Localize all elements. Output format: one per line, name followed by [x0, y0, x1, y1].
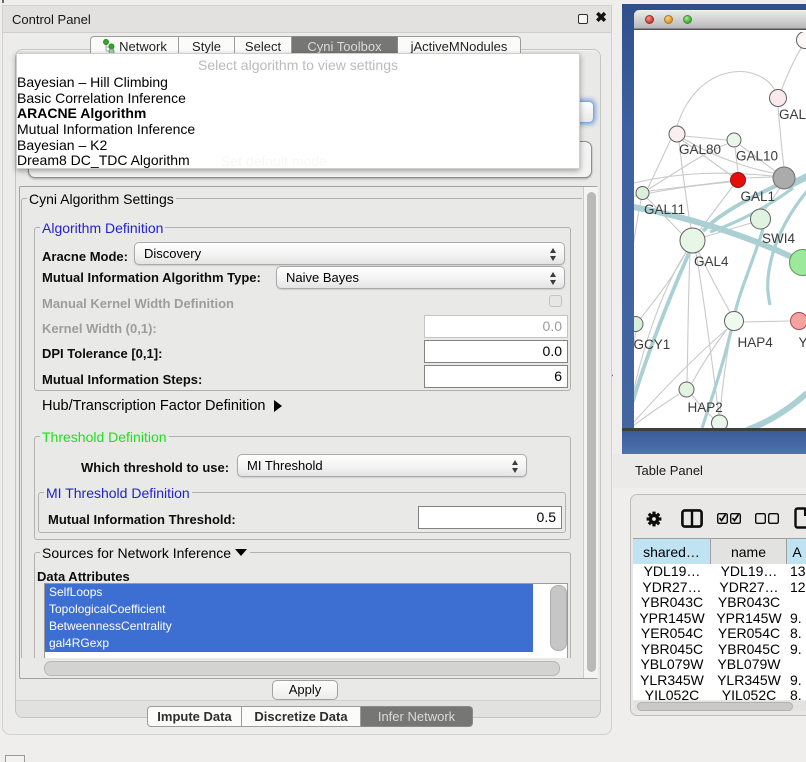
svg-text:GAL4: GAL4	[694, 254, 729, 269]
svg-text:GAL10: GAL10	[736, 149, 778, 164]
svg-text:GAL80: GAL80	[679, 142, 721, 157]
svg-text:GAL11: GAL11	[644, 202, 685, 217]
svg-text:HAP2: HAP2	[688, 400, 723, 415]
svg-text:HAP4: HAP4	[738, 335, 774, 350]
svg-text:SWI4: SWI4	[762, 231, 795, 246]
svg-text:GCY1: GCY1	[634, 337, 670, 352]
svg-text:YJ: YJ	[799, 335, 806, 350]
svg-text:GAL1: GAL1	[741, 189, 776, 204]
svg-text:GAL7: GAL7	[779, 107, 806, 122]
